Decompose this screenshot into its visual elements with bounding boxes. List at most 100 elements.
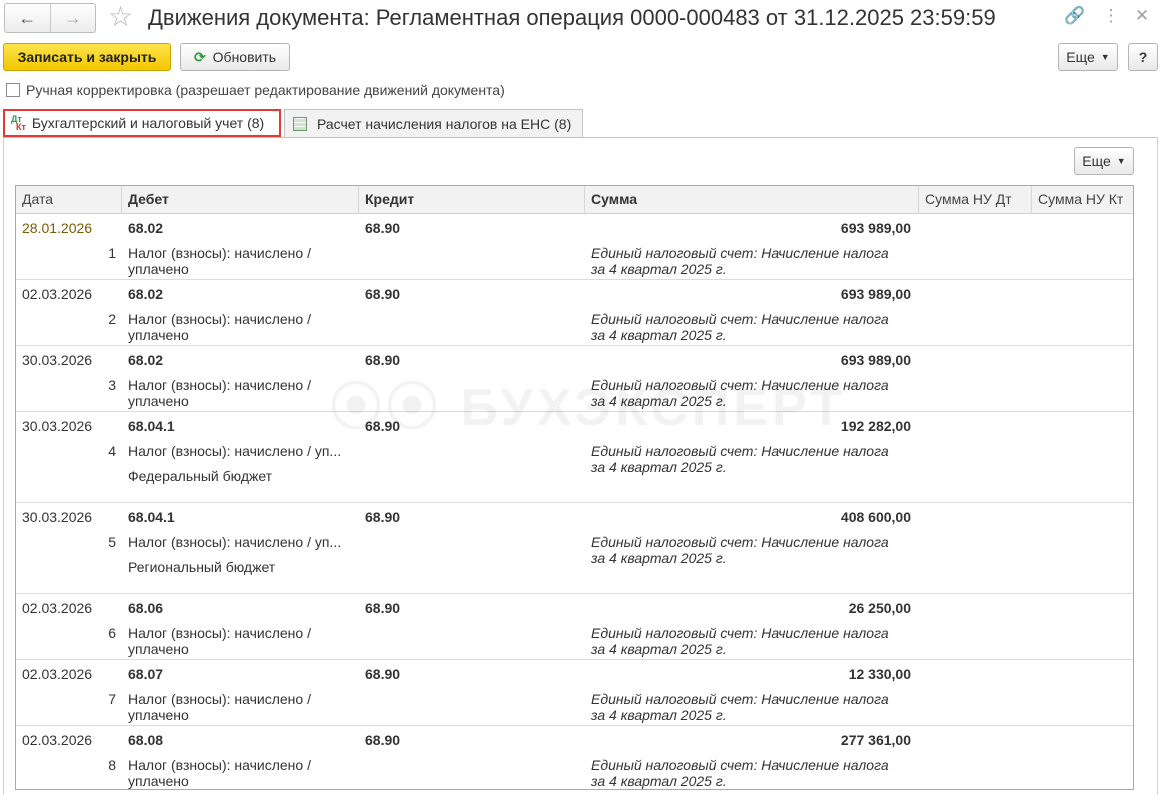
row-number: 3 [108,377,116,393]
debit-credit-icon: Дт Кт [11,114,26,132]
tab-ens-taxes[interactable]: Расчет начисления налогов на ЕНС (8) [284,109,583,137]
favorite-star-icon[interactable]: ☆ [108,1,133,33]
col-date[interactable]: Дата [16,186,122,213]
row-number: 5 [108,534,116,550]
row-credit-account: 68.90 [365,286,401,302]
row-date: 02.03.2026 [22,666,93,682]
row-content: Единый налоговый счет: Начисление налога… [591,534,889,566]
table-row[interactable]: 02.03.2026 68.07 68.90 12 330,00 7 Налог (взн… [16,660,1133,726]
row-debit-description: Налог (взносы): начислено / уплачено [128,377,311,409]
row-sum: 693 989,00 [840,352,911,368]
row-date: 28.01.2026 [22,220,93,236]
col-debit[interactable]: Дебет [122,186,359,213]
row-sum: 26 250,00 [848,600,911,616]
row-sum: 693 989,00 [840,220,911,236]
row-date: 02.03.2026 [22,600,93,616]
tab-accounting-label: Бухгалтерский и налоговый учет (8) [31,115,265,131]
row-debit-subconto: Региональный бюджет [128,559,276,575]
row-number: 8 [108,757,116,773]
row-debit-description: Налог (взносы): начислено / уплачено [128,245,311,277]
row-credit-account: 68.90 [365,418,401,434]
row-content: Единый налоговый счет: Начисление налога… [591,245,889,277]
save-and-close-button[interactable]: Записать и закрыть [3,43,171,71]
row-debit-account: 68.02 [128,220,164,236]
more-button[interactable]: Еще ▼ [1058,43,1118,71]
row-content: Единый налоговый счет: Начисление налога… [591,443,889,475]
more-vertical-icon[interactable]: ⋮ [1101,6,1121,26]
row-debit-account: 68.07 [128,666,164,682]
tab-ens-taxes-label: Расчет начисления налогов на ЕНС (8) [317,115,572,132]
row-debit-description: Налог (взносы): начислено / уплачено [128,691,311,723]
refresh-label: Обновить [212,49,277,65]
row-number: 2 [108,311,116,327]
row-sum: 693 989,00 [840,286,911,302]
table-row[interactable]: 02.03.2026 68.02 68.90 693 989,00 2 Налог (вз… [16,280,1133,346]
row-credit-account: 68.90 [365,509,401,525]
row-number: 1 [108,245,116,261]
col-sum-nu-dt[interactable]: Сумма НУ Дт [919,186,1032,213]
row-debit-description: Налог (взносы): начислено / уп... [128,534,342,550]
table-row[interactable]: 02.03.2026 68.06 68.90 26 250,00 6 Налог (взн… [16,594,1133,660]
table-row[interactable]: 30.03.2026 68.04.1 68.90 192 282,00 4 Налог (… [16,412,1133,503]
dropdown-arrow-icon: ▼ [1116,156,1126,166]
col-sum[interactable]: Сумма [585,186,919,213]
row-debit-account: 68.06 [128,600,164,616]
manual-edit-label: Ручная корректировка (разрешает редактир… [26,82,505,98]
row-date: 02.03.2026 [22,286,93,302]
dropdown-arrow-icon: ▼ [1100,52,1110,62]
table-row[interactable]: 30.03.2026 68.02 68.90 693 989,00 3 Налог (вз… [16,346,1133,412]
table-row[interactable]: 28.01.2026 68.02 68.90 693 989,00 1 Налог (вз… [16,214,1133,280]
more-label: Еще [1066,49,1095,65]
row-date: 30.03.2026 [22,352,93,368]
table-row[interactable]: 30.03.2026 68.04.1 68.90 408 600,00 5 Налог (… [16,503,1133,594]
nav-buttons: ← → [4,3,96,33]
link-icon[interactable]: 🔗 [1064,6,1085,26]
row-credit-account: 68.90 [365,732,401,748]
col-sum-nu-kt[interactable]: Сумма НУ Кт [1032,186,1133,213]
row-number: 6 [108,625,116,641]
table-row[interactable]: 02.03.2026 68.08 68.90 277 361,00 8 Налог (вз… [16,726,1133,789]
row-content: Единый налоговый счет: Начисление налога… [591,757,889,789]
row-debit-description: Налог (взносы): начислено / уплачено [128,757,311,789]
row-content: Единый налоговый счет: Начисление налога… [591,311,889,343]
row-credit-account: 68.90 [365,666,401,682]
row-debit-account: 68.02 [128,286,164,302]
refresh-icon: ⟳ [193,48,206,65]
row-credit-account: 68.90 [365,220,401,236]
row-debit-description: Налог (взносы): начислено / уп... [128,443,342,459]
col-credit[interactable]: Кредит [359,186,585,213]
table-icon [293,116,307,131]
row-credit-account: 68.90 [365,600,401,616]
row-debit-account: 68.08 [128,732,164,748]
row-content: Единый налоговый счет: Начисление налога… [591,625,889,657]
table-more-button[interactable]: Еще ▼ [1074,147,1134,175]
row-debit-account: 68.04.1 [128,509,175,525]
row-debit-account: 68.04.1 [128,418,175,434]
row-sum: 277 361,00 [840,732,911,748]
title-bar: ← → ☆ Движения документа: Регламентная о… [0,0,1161,38]
row-date: 02.03.2026 [22,732,93,748]
row-date: 30.03.2026 [22,509,93,525]
help-button[interactable]: ? [1128,43,1158,71]
forward-arrow-icon[interactable]: → [49,4,96,32]
tab-accounting[interactable]: Дт Кт Бухгалтерский и налоговый учет (8) [3,109,281,137]
close-icon[interactable]: ✕ [1132,6,1152,26]
row-content: Единый налоговый счет: Начисление налога… [591,377,889,409]
manual-edit-checkbox[interactable] [6,83,20,97]
row-debit-account: 68.02 [128,352,164,368]
row-number: 4 [108,443,116,459]
manual-edit-checkbox-row[interactable]: Ручная корректировка (разрешает редактир… [6,82,505,98]
window-title: Движения документа: Регламентная операци… [148,5,996,30]
refresh-button[interactable]: ⟳ Обновить [180,43,290,71]
row-debit-subconto: Федеральный бюджет [128,468,273,484]
row-sum: 408 600,00 [840,509,911,525]
row-debit-description: Налог (взносы): начислено / уплачено [128,311,311,343]
movements-table[interactable]: Дата Дебет Кредит Сумма Сумма НУ Дт Сумм… [15,185,1134,790]
table-more-label: Еще [1082,153,1111,169]
row-sum: 12 330,00 [848,666,911,682]
row-sum: 192 282,00 [840,418,911,434]
table-header: Дата Дебет Кредит Сумма Сумма НУ Дт Сумм… [16,186,1133,214]
row-credit-account: 68.90 [365,352,401,368]
row-debit-description: Налог (взносы): начислено / уплачено [128,625,311,657]
back-arrow-icon[interactable]: ← [5,4,50,32]
